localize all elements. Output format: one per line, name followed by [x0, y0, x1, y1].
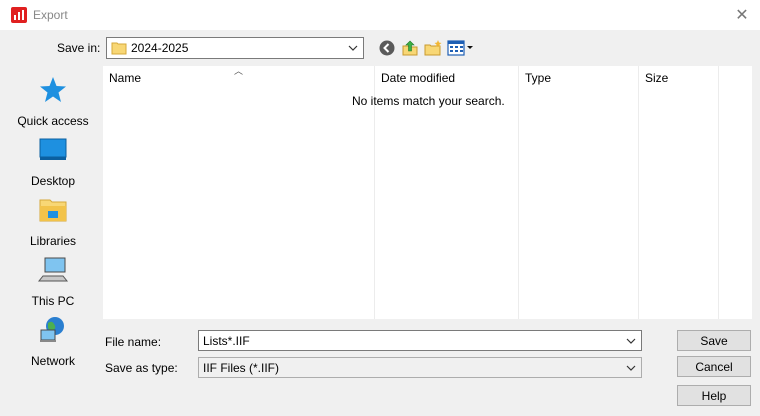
- help-button[interactable]: Help: [677, 385, 751, 406]
- column-header-size[interactable]: Size: [645, 71, 668, 85]
- folder-icon: [111, 41, 127, 58]
- place-label: Quick access: [17, 114, 89, 128]
- column-header-type[interactable]: Type: [525, 71, 551, 85]
- save-as-type-value: IIF Files (*.IIF): [203, 361, 279, 375]
- place-label: Desktop: [30, 174, 76, 188]
- file-name-label: File name:: [105, 335, 162, 349]
- chevron-down-icon[interactable]: [624, 333, 638, 349]
- view-menu-button[interactable]: [447, 39, 475, 57]
- file-list[interactable]: ︿ Name Date modified Type Size No items …: [103, 66, 752, 319]
- view-grid-icon: [447, 40, 473, 56]
- new-folder-button[interactable]: [424, 39, 444, 57]
- chevron-down-icon[interactable]: [346, 40, 360, 56]
- back-button[interactable]: [378, 39, 398, 57]
- save-in-value: 2024-2025: [131, 41, 189, 55]
- place-label: Libraries: [29, 234, 77, 248]
- place-label: Network: [30, 354, 75, 368]
- place-quick-access[interactable]: Quick access: [5, 74, 101, 132]
- network-icon: [40, 317, 64, 342]
- title-bar: Export ✕: [0, 0, 760, 30]
- desktop-icon: [39, 138, 67, 160]
- window-title: Export: [33, 8, 68, 22]
- save-in-label: Save in:: [57, 41, 101, 55]
- computer-icon: [37, 257, 69, 282]
- up-folder-icon: [402, 40, 418, 56]
- app-logo-icon: [11, 7, 27, 23]
- file-name-field[interactable]: Lists*.IIF: [198, 330, 642, 351]
- place-network[interactable]: Network: [5, 314, 101, 372]
- up-folder-button[interactable]: [401, 39, 421, 57]
- save-button[interactable]: Save: [677, 330, 751, 351]
- column-divider[interactable]: [638, 66, 639, 319]
- close-button[interactable]: ✕: [730, 4, 754, 26]
- new-folder-icon: [424, 40, 442, 56]
- column-divider[interactable]: [518, 66, 519, 319]
- chevron-down-icon[interactable]: [624, 360, 638, 376]
- save-as-type-select[interactable]: IIF Files (*.IIF): [198, 357, 642, 378]
- close-icon: ✕: [735, 7, 749, 24]
- column-header-date-modified[interactable]: Date modified: [381, 71, 455, 85]
- libraries-icon: [39, 199, 67, 222]
- place-libraries[interactable]: Libraries: [5, 194, 101, 252]
- column-divider[interactable]: [718, 66, 719, 319]
- save-in-combo[interactable]: 2024-2025: [106, 37, 364, 59]
- file-name-value: Lists*.IIF: [203, 334, 250, 348]
- column-header-name[interactable]: Name: [109, 71, 141, 85]
- place-label: This PC: [31, 294, 75, 308]
- star-icon: [40, 77, 66, 102]
- empty-message: No items match your search.: [352, 94, 505, 108]
- place-desktop[interactable]: Desktop: [5, 134, 101, 192]
- places-bar: Quick access Desktop Libraries This PC N…: [5, 66, 101, 376]
- place-this-pc[interactable]: This PC: [5, 254, 101, 312]
- save-as-type-label: Save as type:: [105, 361, 178, 375]
- back-arrow-icon: [379, 40, 395, 56]
- sort-ascending-icon: ︿: [234, 66, 244, 76]
- cancel-button[interactable]: Cancel: [677, 356, 751, 377]
